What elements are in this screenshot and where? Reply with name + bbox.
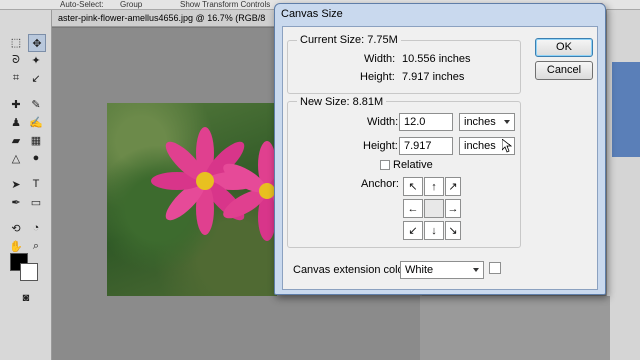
history-brush-icon[interactable]: ✍ — [28, 114, 44, 130]
shape-icon[interactable]: ▭ — [28, 194, 44, 210]
zoom-icon[interactable]: ⌕ — [28, 238, 44, 254]
anchor-center[interactable] — [424, 199, 444, 218]
extension-color-label: Canvas extension color: — [293, 264, 411, 276]
current-size-legend: Current Size: 7.75M — [297, 34, 401, 46]
magic-wand-icon[interactable]: ✦ — [28, 52, 44, 68]
background-color-swatch[interactable] — [20, 263, 38, 281]
gradient-icon[interactable]: ▦ — [28, 132, 44, 148]
toolbox: ⬚ ✥ ᘐ ✦ ⌗ ↙ ✚ ✎ ♟ ✍ ▰ ▦ △ ● ➤ T ✒ ▭ ⟲ ◔ … — [0, 10, 52, 360]
stamp-icon[interactable]: ♟ — [8, 114, 24, 130]
current-size-group — [287, 40, 521, 94]
current-width-label: Width: — [364, 53, 396, 65]
eyedropper-icon[interactable]: ↙ — [28, 70, 44, 86]
marquee-icon[interactable]: ⬚ — [8, 34, 24, 50]
document-tab[interactable]: aster-pink-flower-amellus4656.jpg @ 16.7… — [52, 10, 277, 27]
relative-label[interactable]: Relative — [393, 159, 433, 171]
extension-color-select[interactable]: White — [400, 261, 484, 279]
width-unit-value: inches — [464, 116, 496, 128]
document-photo — [107, 103, 311, 296]
anchor-arrow-w-icon[interactable]: ← — [403, 199, 423, 218]
chevron-down-icon — [473, 268, 479, 272]
height-unit-value: inches — [464, 140, 496, 152]
dialog-titlebar[interactable]: Canvas Size — [275, 4, 605, 26]
auto-select-label[interactable]: Auto-Select: — [60, 0, 104, 10]
brush-icon[interactable]: ✎ — [28, 96, 44, 112]
lower-panel — [420, 296, 610, 360]
show-transform-label[interactable]: Show Transform Controls — [180, 0, 270, 10]
new-size-legend: New Size: 8.81M — [297, 96, 387, 108]
text-icon[interactable]: T — [28, 176, 44, 192]
anchor-arrow-s-icon[interactable]: ↓ — [424, 221, 444, 240]
anchor-arrow-ne-icon[interactable]: ↗ — [445, 177, 461, 196]
healing-icon[interactable]: ✚ — [8, 96, 24, 112]
flower-image — [151, 127, 311, 241]
extension-color-swatch[interactable] — [489, 262, 501, 274]
new-width-label: Width: — [367, 116, 399, 128]
height-input[interactable]: 7.917 — [399, 137, 453, 155]
path-select-icon[interactable]: ➤ — [8, 176, 24, 192]
dodge-icon[interactable]: ● — [28, 150, 44, 166]
3d-rotate-icon[interactable]: ⟲ — [8, 220, 24, 236]
width-input[interactable]: 12.0 — [399, 113, 453, 131]
anchor-label: Anchor: — [361, 178, 399, 190]
relative-checkbox[interactable] — [380, 160, 390, 170]
quick-mask-icon[interactable]: ◙ — [18, 290, 34, 306]
panel-strip — [612, 62, 640, 157]
current-height-label: Height: — [360, 71, 395, 83]
3d-orbit-icon[interactable]: ◔ — [28, 220, 44, 236]
dialog-title: Canvas Size — [281, 8, 343, 20]
anchor-arrow-n-icon[interactable]: ↑ — [424, 177, 444, 196]
auto-select-dropdown[interactable]: Group — [120, 0, 142, 10]
cancel-button[interactable]: Cancel — [535, 61, 593, 80]
hand-icon[interactable]: ✋ — [8, 238, 24, 254]
mouse-cursor-icon — [502, 139, 512, 153]
width-unit-select[interactable]: inches — [459, 113, 515, 131]
eraser-icon[interactable]: ▰ — [8, 132, 24, 148]
blur-icon[interactable]: △ — [8, 150, 24, 166]
current-width-value: 10.556 inches — [402, 53, 471, 65]
move-tool-icon[interactable]: ✥ — [28, 34, 46, 52]
lasso-icon[interactable]: ᘐ — [8, 52, 24, 68]
crop-icon[interactable]: ⌗ — [8, 70, 24, 86]
pen-icon[interactable]: ✒ — [8, 194, 24, 210]
chevron-down-icon — [504, 120, 510, 124]
anchor-arrow-se-icon[interactable]: ↘ — [445, 221, 461, 240]
anchor-arrow-e-icon[interactable]: → — [445, 199, 461, 218]
anchor-arrow-nw-icon[interactable]: ↖ — [403, 177, 423, 196]
ok-button[interactable]: OK — [535, 38, 593, 57]
extension-color-value: White — [405, 264, 434, 276]
anchor-arrow-sw-icon[interactable]: ↙ — [403, 221, 423, 240]
new-height-label: Height: — [363, 140, 398, 152]
current-height-value: 7.917 inches — [402, 71, 465, 83]
anchor-grid: ↖ ↑ ↗ ← → ↙ ↓ ↘ — [395, 177, 461, 240]
